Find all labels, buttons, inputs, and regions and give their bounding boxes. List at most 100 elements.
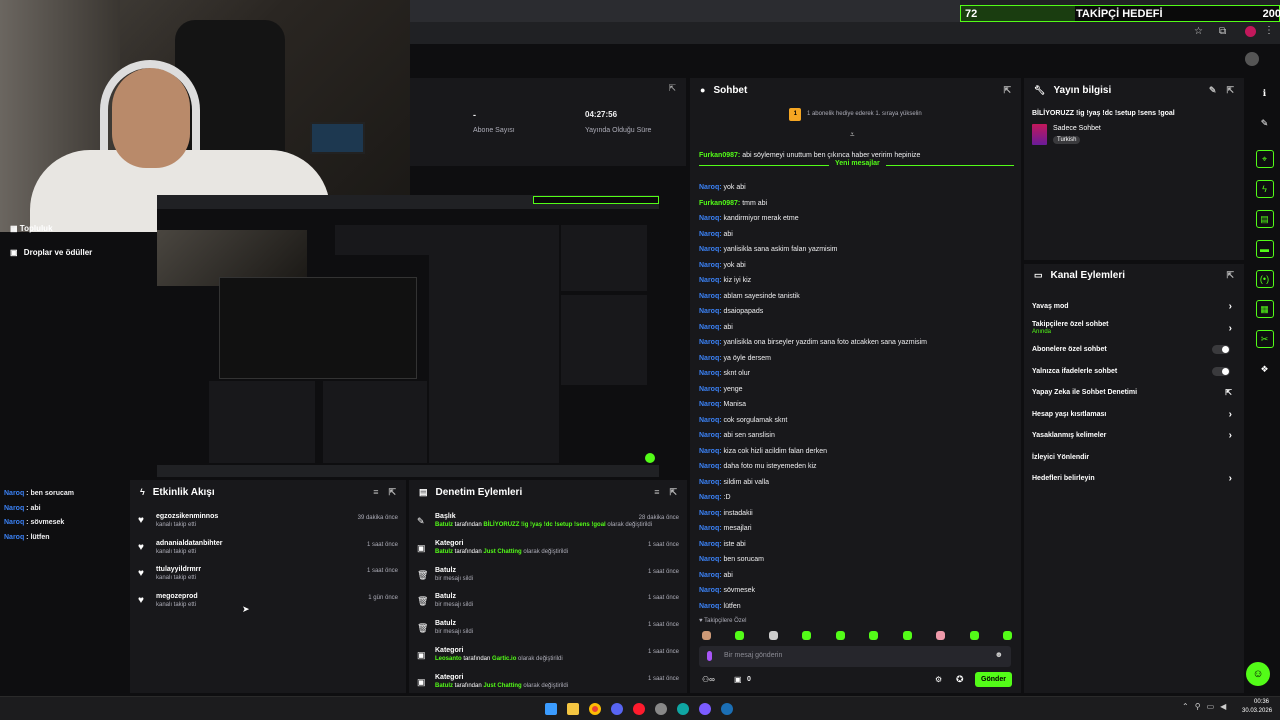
emote-icon[interactable]	[869, 631, 879, 640]
app-icon[interactable]	[611, 703, 623, 715]
broadcast-icon[interactable]: (•)	[1255, 270, 1274, 288]
tray-icons[interactable]: ⌃⚲▭◀	[1182, 702, 1232, 711]
emote-icon[interactable]	[768, 631, 778, 640]
chat-username[interactable]: Naroq:	[699, 417, 722, 424]
chat-username[interactable]: Furkan0987:	[699, 200, 740, 207]
chat-username[interactable]: Naroq:	[699, 308, 722, 315]
extensions-icon[interactable]: ⧉	[1219, 26, 1226, 37]
chat-username[interactable]: Naroq:	[699, 215, 722, 222]
opera-icon[interactable]	[633, 703, 645, 715]
mod-actor[interactable]: Leosanto	[435, 656, 462, 662]
send-button[interactable]: Gönder	[975, 672, 1012, 687]
app-icon[interactable]	[699, 703, 711, 715]
activity-user[interactable]: megozeprod	[156, 593, 198, 600]
emote-icon[interactable]	[936, 631, 946, 640]
emote-icon[interactable]	[702, 631, 711, 640]
chat-username[interactable]: Naroq:	[699, 339, 722, 346]
chevron-right-icon[interactable]: ›	[1229, 301, 1232, 312]
popout-icon[interactable]: ⇱	[388, 487, 396, 498]
channel-action-item[interactable]: Hesap yaşı kısıtlaması ›	[1024, 404, 1244, 426]
chrome-icon[interactable]	[589, 703, 601, 715]
chat-username[interactable]: Naroq:	[699, 293, 722, 300]
bookmark-star-icon[interactable]: ☆	[1194, 26, 1203, 37]
lightning-icon[interactable]: ϟ	[1255, 180, 1274, 198]
chat-username[interactable]: Naroq:	[699, 587, 722, 594]
chevron-right-icon[interactable]: ›	[1229, 323, 1232, 334]
chevron-down-icon[interactable]: ⩡	[850, 130, 855, 140]
chat-username[interactable]: Naroq:	[699, 401, 722, 408]
filter-icon[interactable]: ≡	[373, 487, 378, 498]
chat-username[interactable]: Naroq:	[699, 432, 722, 439]
toggle-switch[interactable]	[1212, 366, 1230, 376]
chat-username[interactable]: Naroq:	[699, 231, 722, 238]
chat-icon[interactable]: ▬	[1255, 240, 1274, 258]
mod-actor[interactable]: Batulz	[435, 522, 453, 528]
dashboard-icon[interactable]: ▦	[1255, 300, 1274, 318]
popout-icon[interactable]: ⇱	[668, 83, 676, 94]
chat-username[interactable]: Naroq:	[699, 370, 722, 377]
external-link-icon[interactable]: ⇱	[1225, 388, 1232, 397]
tools-icon[interactable]: ✂	[1255, 330, 1274, 348]
channel-action-item[interactable]: Yapay Zeka ile Sohbet Denetimi ⇱	[1024, 382, 1244, 404]
app-icon[interactable]	[655, 703, 667, 715]
settings-gear-icon[interactable]: ⚙	[935, 675, 942, 684]
chat-username[interactable]: Naroq:	[699, 386, 722, 393]
chat-username[interactable]: Naroq:	[699, 463, 722, 470]
edge-icon[interactable]	[677, 703, 689, 715]
channel-action-item[interactable]: Yavaş mod ›	[1024, 296, 1244, 318]
help-chat-button[interactable]: ☺	[1246, 662, 1270, 686]
windows-start-icon[interactable]	[545, 703, 557, 715]
steam-icon[interactable]	[721, 703, 733, 715]
edit-pencil-icon[interactable]: ✎	[1209, 85, 1217, 96]
chat-username[interactable]: Naroq:	[699, 494, 722, 501]
popout-icon[interactable]: ⇱	[1226, 85, 1234, 96]
chat-username[interactable]: Naroq:	[699, 556, 722, 563]
info-icon[interactable]: ℹ	[1256, 84, 1274, 102]
profile-avatar[interactable]	[1245, 26, 1256, 37]
users-icon[interactable]: ⚇∞	[702, 675, 715, 684]
toggle-switch[interactable]	[1212, 345, 1230, 355]
browser-menu-icon[interactable]: ⋮	[1264, 25, 1274, 36]
mod-actor[interactable]: Batulz	[435, 549, 453, 555]
chevron-right-icon[interactable]: ›	[1229, 409, 1232, 420]
chat-input[interactable]: Bir mesaj gönderin ☻	[699, 646, 1011, 667]
popout-icon[interactable]: ⇱	[1226, 270, 1234, 281]
channel-action-item[interactable]: İzleyici Yönlendir	[1024, 447, 1244, 469]
activity-user[interactable]: egzozsikenminnos	[156, 513, 218, 520]
chat-username[interactable]: Naroq:	[699, 184, 722, 191]
emote-icon[interactable]	[969, 631, 979, 640]
chat-username[interactable]: Naroq:	[699, 355, 722, 362]
pencil-icon[interactable]: ✎	[1256, 114, 1274, 132]
emote-icon[interactable]	[835, 631, 845, 640]
chat-username[interactable]: Naroq:	[699, 603, 722, 610]
apps-icon[interactable]: ❖	[1256, 360, 1274, 378]
emote-icon[interactable]	[902, 631, 912, 640]
popout-icon[interactable]: ⇱	[669, 487, 677, 498]
chat-username[interactable]: Naroq:	[699, 246, 722, 253]
channel-action-item[interactable]: Yasaklanmış kelimeler ›	[1024, 425, 1244, 447]
activity-user[interactable]: ttulayyildrmrr	[156, 566, 201, 573]
bag-icon[interactable]: ▣	[734, 675, 742, 684]
emoji-icon[interactable]: ☻	[995, 650, 1003, 659]
activity-user[interactable]: adnanialdatanbihter	[156, 540, 223, 547]
channel-action-item[interactable]: Abonelere özel sohbet	[1024, 339, 1244, 361]
emote-icon[interactable]	[1002, 631, 1012, 640]
emote-icon[interactable]	[735, 631, 745, 640]
chat-username[interactable]: Naroq:	[699, 262, 722, 269]
bot-icon[interactable]: ✪	[956, 674, 964, 685]
chat-username[interactable]: Naroq:	[699, 572, 722, 579]
chevron-right-icon[interactable]: ›	[1229, 430, 1232, 441]
chat-username[interactable]: Naroq:	[699, 479, 722, 486]
channel-action-item[interactable]: Takipçilere özel sohbet Anında ›	[1024, 318, 1244, 340]
chat-username[interactable]: Naroq:	[699, 510, 722, 517]
user-avatar-icon[interactable]	[1245, 52, 1259, 66]
target-icon[interactable]: ⌖	[1255, 150, 1274, 168]
popout-icon[interactable]: ⇱	[1003, 85, 1011, 96]
filter-icon[interactable]: ≡	[654, 487, 659, 498]
emote-icon[interactable]	[802, 631, 812, 640]
channel-action-item[interactable]: Yalnızca ifadelerle sohbet	[1024, 361, 1244, 383]
channel-action-item[interactable]: Hedefleri belirleyin ›	[1024, 468, 1244, 490]
mod-actor[interactable]: Batulz	[435, 683, 453, 689]
nav-item-community[interactable]: ▦ Topluluk	[10, 224, 53, 233]
mic-icon[interactable]	[707, 651, 712, 661]
